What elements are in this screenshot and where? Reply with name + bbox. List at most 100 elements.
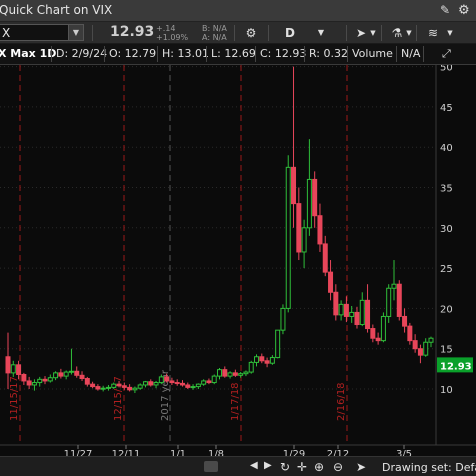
- net-change: +.14 +1.09%: [156, 24, 188, 42]
- candle-body: [53, 372, 59, 379]
- candle-body: [259, 356, 265, 362]
- candle-body: [412, 340, 418, 350]
- cursor-dropdown-icon[interactable]: ▼: [369, 24, 377, 42]
- candle-body: [301, 227, 307, 253]
- candle-body: [402, 315, 408, 327]
- candle-body: [153, 382, 159, 386]
- price-tick-label: 45: [440, 103, 453, 114]
- candle-body: [68, 370, 74, 373]
- candle-body: [365, 299, 371, 330]
- price-tick-label: 25: [440, 264, 453, 275]
- candle-body: [174, 382, 180, 385]
- price-tick-label: 50: [440, 65, 453, 74]
- scroll-left-icon[interactable]: ◀: [250, 460, 258, 471]
- info-range: R: 0.32: [309, 47, 348, 60]
- info-divider: [51, 46, 52, 62]
- bid-ask: B: N/A A: N/A: [202, 24, 227, 42]
- info-divider: [347, 46, 348, 62]
- zoom-out-icon[interactable]: ⊖: [333, 460, 343, 474]
- candle-body: [90, 383, 96, 388]
- toolbar-divider: [381, 25, 382, 41]
- cursor-icon[interactable]: ➤: [354, 24, 368, 42]
- scrollbar-thumb[interactable]: [204, 461, 218, 472]
- price-tick-label: 40: [440, 143, 453, 154]
- candle-body: [285, 166, 291, 309]
- chart-settings-icon[interactable]: ⚙: [242, 24, 260, 42]
- candle-body: [275, 329, 281, 359]
- candle-body: [217, 369, 222, 377]
- info-divider: [157, 46, 158, 62]
- candle-body: [238, 373, 244, 376]
- candle-body: [169, 380, 175, 384]
- candle-body: [359, 299, 365, 326]
- scroll-right-icon[interactable]: ▶: [264, 460, 272, 471]
- candle-body: [195, 383, 201, 388]
- candle-body: [370, 328, 376, 339]
- drawings-dropdown-icon[interactable]: ▼: [446, 24, 454, 42]
- candle-body: [79, 374, 85, 380]
- candle-body: [211, 375, 217, 384]
- drawing-cursor-icon[interactable]: ➤: [356, 460, 366, 474]
- candle-body: [137, 384, 143, 389]
- symbol-text[interactable]: X: [2, 26, 10, 40]
- symbol-dropdown-icon[interactable]: ▼: [68, 25, 83, 40]
- candle-body: [26, 380, 32, 386]
- info-divider: [423, 46, 424, 62]
- candle-body: [322, 243, 328, 273]
- expiration-label: 2/16/18: [336, 382, 347, 421]
- candle-body: [306, 178, 312, 229]
- reset-view-icon[interactable]: ↻: [280, 460, 290, 474]
- candle-body: [121, 385, 127, 388]
- candle-body: [127, 386, 133, 391]
- info-divider: [396, 46, 397, 62]
- net-change-value: +.14: [156, 24, 176, 33]
- candle-body: [349, 311, 355, 317]
- candle-body: [10, 364, 16, 374]
- expiration-label: 11/15/17: [9, 376, 20, 421]
- candle-body: [417, 348, 423, 356]
- candle-body: [31, 382, 37, 386]
- candle-body: [100, 387, 106, 390]
- candle-body: [428, 337, 434, 343]
- candle-body: [338, 303, 344, 316]
- aggregation-period-button[interactable]: D: [283, 24, 297, 42]
- candle-body: [243, 371, 249, 375]
- chart-symbol-label: X Max 1D: [0, 47, 57, 60]
- expiration-label: 12/15/17: [113, 376, 124, 421]
- info-date: D: 2/9/24: [56, 47, 108, 60]
- candle-body: [380, 315, 386, 342]
- candle-body: [142, 381, 148, 386]
- candle-body: [254, 356, 260, 363]
- info-volume-value: N/A: [401, 47, 421, 60]
- crosshair-icon[interactable]: ✛: [297, 460, 307, 474]
- candle-body: [386, 287, 392, 317]
- info-volume-label: Volume: [352, 47, 393, 60]
- price-tick-label: 35: [440, 184, 453, 195]
- chart-bottom-bar: ◀ ▶ ↻ ✛ ⊕ ⊖ ➤ Drawing set: Defau: [0, 456, 476, 476]
- candle-body: [201, 380, 207, 385]
- symbol-input[interactable]: X ▼: [0, 24, 84, 41]
- window-title: Quick Chart on VIX: [0, 3, 113, 17]
- net-change-percent: +1.09%: [156, 33, 189, 42]
- studies-flask-icon[interactable]: ⚗: [390, 24, 404, 42]
- settings-icon[interactable]: ⚙: [458, 3, 470, 18]
- pin-icon[interactable]: ✎: [440, 3, 450, 17]
- price-chart[interactable]: 11/15/17 12/15/17 1/17/18 2/16/182017 year …: [0, 65, 476, 476]
- info-close: C: 12.93: [260, 47, 307, 60]
- candle-body: [179, 382, 185, 386]
- period-dropdown-icon[interactable]: ▼: [316, 24, 326, 42]
- toolbar-divider: [92, 25, 93, 41]
- drawings-icon[interactable]: ≋: [424, 24, 442, 42]
- expand-chart-icon[interactable]: ⤢: [442, 47, 458, 61]
- drawing-set-label[interactable]: Drawing set: Defau: [382, 461, 476, 474]
- candle-body: [16, 364, 22, 375]
- bid-value: B: N/A: [202, 24, 227, 33]
- candle-body: [206, 380, 212, 384]
- candle-body: [423, 341, 429, 356]
- studies-dropdown-icon[interactable]: ▼: [405, 24, 413, 42]
- candle-body: [396, 283, 402, 317]
- candle-body: [354, 311, 360, 326]
- zoom-in-icon[interactable]: ⊕: [314, 460, 324, 474]
- candle-body: [63, 371, 69, 377]
- candle-body: [291, 166, 297, 205]
